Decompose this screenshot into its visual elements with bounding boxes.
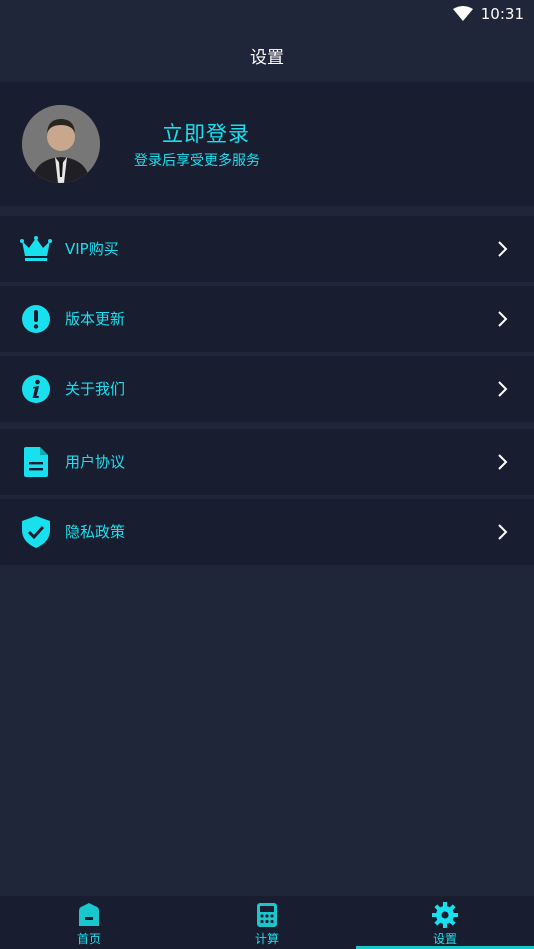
avatar-person-icon <box>22 105 100 183</box>
tab-label: 计算 <box>254 932 279 946</box>
home-icon <box>79 903 99 926</box>
status-time: 10:31 <box>480 5 524 23</box>
gear-icon <box>432 902 458 928</box>
login-subtitle: 登录后享受更多服务 <box>134 153 260 169</box>
title-bar: 设置 <box>0 28 534 82</box>
chevron-right-icon <box>498 241 508 257</box>
menu-label: 隐私政策 <box>65 523 126 541</box>
chevron-right-icon <box>498 454 508 470</box>
tab-label: 设置 <box>432 932 457 946</box>
menu-item-agreement[interactable]: 用户协议 <box>0 429 534 495</box>
tab-settings[interactable]: 设置 <box>356 896 534 949</box>
menu-item-vip[interactable]: VIP购买 <box>0 216 534 282</box>
chevron-right-icon <box>498 311 508 327</box>
menu-item-about[interactable]: 关于我们 <box>0 356 534 422</box>
status-bar: 10:31 <box>0 0 534 28</box>
menu-label: 关于我们 <box>65 380 126 398</box>
menu-label: 版本更新 <box>65 310 126 328</box>
menu-item-update[interactable]: 版本更新 <box>0 286 534 352</box>
calculator-icon <box>257 903 277 927</box>
tab-label: 首页 <box>76 932 101 946</box>
menu-label: 用户协议 <box>65 453 126 471</box>
avatar[interactable] <box>22 105 100 183</box>
login-title[interactable]: 立即登录 <box>160 118 252 148</box>
tab-calculate[interactable]: 计算 <box>178 896 356 949</box>
alert-circle-icon <box>20 303 52 335</box>
menu-item-privacy[interactable]: 隐私政策 <box>0 499 534 565</box>
tab-home[interactable]: 首页 <box>0 896 178 949</box>
chevron-right-icon <box>498 381 508 397</box>
menu-label: VIP购买 <box>65 240 119 258</box>
profile-card[interactable]: 立即登录 登录后享受更多服务 <box>0 82 534 206</box>
wifi-icon <box>452 6 473 21</box>
status-right: 10:31 <box>452 4 524 24</box>
info-circle-icon <box>20 373 52 405</box>
page-title: 设置 <box>250 47 284 68</box>
crown-icon <box>20 233 52 265</box>
chevron-right-icon <box>498 524 508 540</box>
document-icon <box>20 446 52 478</box>
bottom-navigation: 首页 计算 设置 <box>0 896 534 949</box>
shield-check-icon <box>20 516 52 548</box>
